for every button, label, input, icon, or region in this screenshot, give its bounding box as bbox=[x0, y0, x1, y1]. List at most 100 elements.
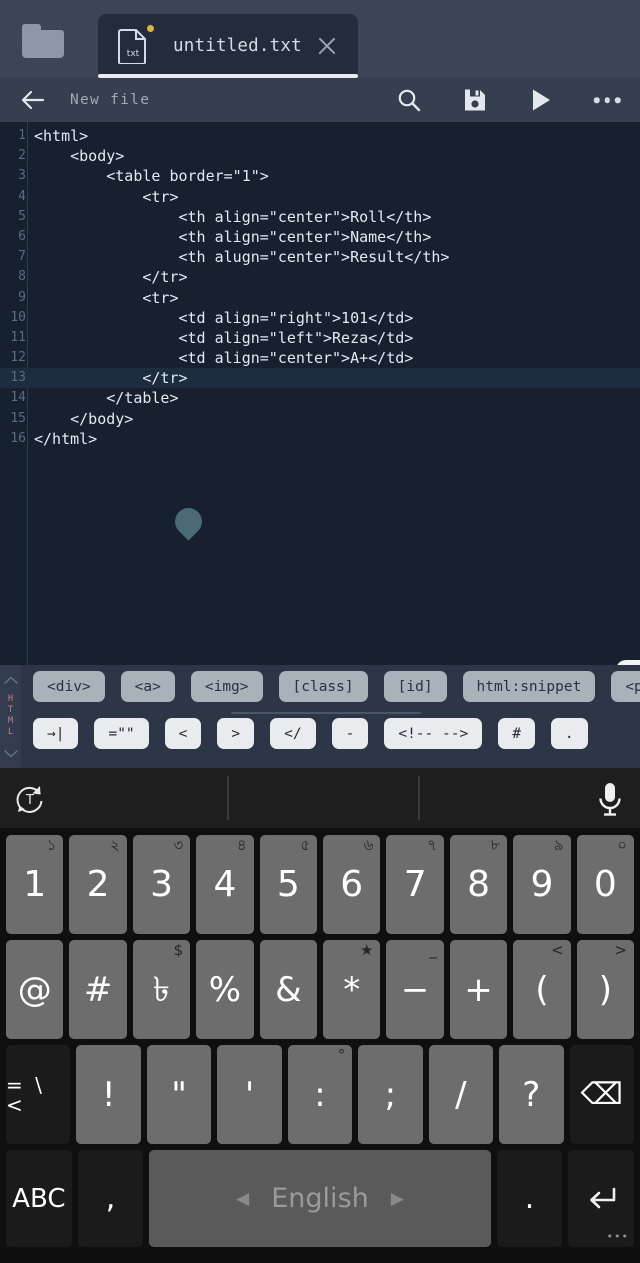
back-arrow-icon[interactable] bbox=[0, 78, 66, 122]
symbol-chip[interactable]: < bbox=[164, 718, 202, 749]
symbol-chip[interactable]: > bbox=[217, 718, 255, 749]
code-line[interactable]: 5 <th align="center">Roll</th> bbox=[0, 207, 640, 227]
key-alt-label: _ bbox=[429, 941, 437, 959]
key-comma[interactable]: , bbox=[77, 1150, 144, 1247]
snippet-language-rail[interactable]: HTML bbox=[0, 665, 21, 768]
microphone-icon[interactable] bbox=[594, 780, 626, 818]
more-options-icon[interactable] bbox=[574, 78, 640, 122]
folder-icon[interactable] bbox=[22, 24, 66, 60]
key-#[interactable]: # bbox=[69, 940, 127, 1039]
symbol-chip[interactable]: - bbox=[331, 718, 369, 749]
snippet-chip[interactable]: [class] bbox=[278, 671, 368, 702]
save-icon[interactable] bbox=[442, 78, 508, 122]
snippet-chip[interactable]: html:snippet bbox=[462, 671, 596, 702]
editor-tab-untitled[interactable]: txt untitled.txt bbox=[98, 14, 358, 78]
key-%[interactable]: % bbox=[196, 940, 254, 1039]
code-line[interactable]: 13 </tr> bbox=[0, 368, 640, 389]
line-text: <body> bbox=[34, 147, 125, 166]
key-4[interactable]: ৪4 bbox=[196, 835, 254, 934]
symbol-chip[interactable]: # bbox=[498, 718, 535, 749]
chevron-up-icon[interactable] bbox=[3, 669, 18, 688]
key-2[interactable]: ২2 bbox=[69, 835, 127, 934]
code-line[interactable]: 15 </body> bbox=[0, 409, 640, 429]
key-9[interactable]: ৯9 bbox=[513, 835, 571, 934]
key-5[interactable]: ৫5 bbox=[259, 835, 318, 934]
key-)[interactable]: >) bbox=[576, 940, 635, 1039]
key-alt-label: ১ bbox=[46, 836, 57, 854]
key-label: 0 bbox=[593, 863, 617, 905]
symbol-chip[interactable]: </ bbox=[270, 718, 316, 749]
snippet-chip[interactable]: <p> bbox=[611, 671, 640, 702]
code-line[interactable]: 12 <td align="center">A+</td> bbox=[0, 348, 640, 368]
code-line[interactable]: 2 <body> bbox=[0, 146, 640, 166]
key-7[interactable]: ৭7 bbox=[386, 835, 444, 934]
key-symbols-toggle[interactable]: = \ < bbox=[6, 1045, 71, 1144]
code-line[interactable]: 9 <tr> bbox=[0, 288, 640, 308]
code-editor[interactable]: 1 <html> 2 <body> 3 <table border="1"> 4 <tr… bbox=[0, 122, 640, 665]
key-alt-label: ২ bbox=[110, 836, 120, 854]
symbol-chip[interactable]: <!-- --> bbox=[384, 718, 483, 749]
key-&[interactable]: & bbox=[259, 940, 318, 1039]
snippet-chip[interactable]: <a> bbox=[120, 671, 175, 702]
key-([interactable]: <( bbox=[513, 940, 571, 1039]
key-6[interactable]: ৬6 bbox=[323, 835, 381, 934]
key-1[interactable]: ১1 bbox=[6, 835, 64, 934]
line-number: 8 bbox=[18, 269, 26, 285]
code-line[interactable]: 10 <td align="right">101</td> bbox=[0, 308, 640, 328]
close-icon[interactable] bbox=[316, 35, 338, 57]
snippet-chip[interactable]: [id] bbox=[383, 671, 447, 702]
key-label: % bbox=[208, 969, 242, 1010]
key-spacebar[interactable]: ◀ English ▶ bbox=[149, 1150, 491, 1247]
symbol-chip[interactable]: ="" bbox=[94, 718, 149, 749]
snippet-chip[interactable]: <div> bbox=[33, 671, 105, 702]
code-line[interactable]: 4 <tr> bbox=[0, 187, 640, 207]
key-@[interactable]: @ bbox=[6, 940, 64, 1039]
key-+[interactable]: + bbox=[449, 940, 508, 1039]
key-3[interactable]: ৩3 bbox=[132, 835, 191, 934]
line-number: 10 bbox=[10, 309, 26, 325]
language-label-char: T bbox=[7, 704, 14, 715]
key-period[interactable]: . bbox=[496, 1150, 563, 1247]
key-8[interactable]: ৮8 bbox=[449, 835, 508, 934]
key-?[interactable]: ? bbox=[499, 1045, 564, 1144]
key-−[interactable]: _ − bbox=[386, 940, 444, 1039]
key-*[interactable]: ★ * bbox=[323, 940, 381, 1039]
code-line[interactable]: 11 <td align="left">Reza</td> bbox=[0, 328, 640, 348]
run-icon[interactable] bbox=[508, 78, 574, 122]
next-language-arrow[interactable]: ▶ bbox=[391, 1189, 404, 1209]
editor-app-screen: txt untitled.txt New file 1 <html> 2 <bo… bbox=[0, 0, 640, 1263]
code-line[interactable]: 1 <html> bbox=[0, 126, 640, 146]
code-line[interactable]: 8 </tr> bbox=[0, 267, 640, 287]
key-![interactable]: ! bbox=[76, 1045, 141, 1144]
code-line[interactable]: 7 <th alugn="center">Result</th> bbox=[0, 247, 640, 267]
code-line[interactable]: 16 </html> bbox=[0, 429, 640, 449]
key-0[interactable]: ০0 bbox=[576, 835, 635, 934]
snippet-chip[interactable]: <img> bbox=[190, 671, 263, 702]
line-text: <th alugn="center">Result</th> bbox=[34, 248, 450, 267]
key-abc[interactable]: ABC bbox=[6, 1150, 72, 1247]
symbol-chip[interactable]: . bbox=[550, 718, 588, 749]
symbol-chip[interactable]: →| bbox=[33, 718, 79, 749]
code-text-area[interactable]: 1 <html> 2 <body> 3 <table border="1"> 4 <tr… bbox=[0, 122, 640, 449]
key-label: = \ < bbox=[6, 1072, 45, 1117]
prev-language-arrow[interactable]: ◀ bbox=[236, 1189, 249, 1209]
chevron-down-icon[interactable] bbox=[3, 743, 18, 762]
key-/[interactable]: / bbox=[428, 1045, 494, 1144]
search-icon[interactable] bbox=[376, 78, 442, 122]
snippet-row-tags: <div> <a> <img> [class] [id] html:snippet <p> bbox=[21, 671, 640, 702]
text-cursor-handle[interactable] bbox=[169, 502, 208, 541]
key-enter[interactable]: ••• bbox=[568, 1150, 635, 1247]
key-:[interactable]: °: bbox=[287, 1045, 353, 1144]
code-line[interactable]: 3 <table border="1"> bbox=[0, 166, 640, 186]
key-backspace[interactable]: ⌫ bbox=[569, 1045, 634, 1144]
txt-file-icon: txt bbox=[118, 25, 154, 64]
code-line[interactable]: 6 <th align="center">Name</th> bbox=[0, 227, 640, 247]
key-label: ৳ bbox=[153, 969, 170, 1010]
transliteration-icon[interactable]: T bbox=[13, 782, 47, 816]
key-;[interactable]: ; bbox=[358, 1045, 423, 1144]
key-৳[interactable]: $ ৳ bbox=[132, 940, 191, 1039]
snippet-row-divider bbox=[231, 712, 421, 714]
key-"[interactable]: " bbox=[146, 1045, 212, 1144]
code-line[interactable]: 14 </table> bbox=[0, 388, 640, 408]
key-'[interactable]: ' bbox=[217, 1045, 282, 1144]
